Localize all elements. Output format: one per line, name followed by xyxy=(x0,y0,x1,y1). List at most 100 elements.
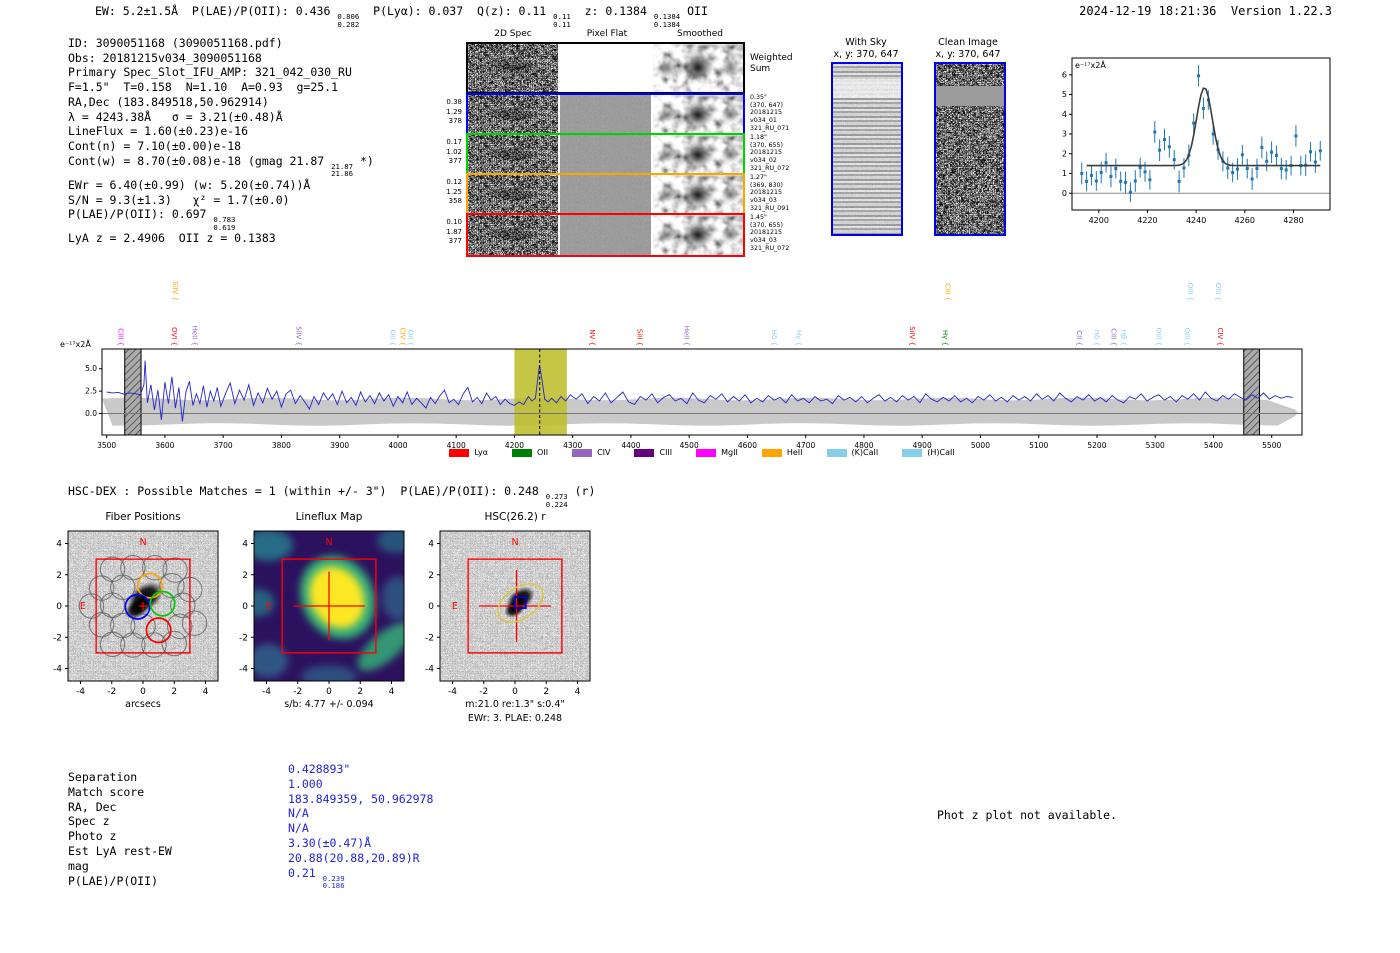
y-tick-label: 4 xyxy=(428,540,434,550)
y-tick-label: 0 xyxy=(56,602,62,612)
y-tick-label: 5 xyxy=(1062,90,1067,99)
hsc-cutout-panel: -4 -4 -2 -2 0 0 2 2 4 4 N Em:21.0 re:1.3" s:0.4" EWr… xyxy=(412,523,618,731)
x-tick-label: 2 xyxy=(171,687,177,697)
x-tick-label: 4 xyxy=(389,687,395,697)
x-tick-label: 4240 xyxy=(1186,216,1206,225)
y-tick-label: 6 xyxy=(1062,70,1067,79)
weighted-sum-line: Weighted xyxy=(750,53,793,63)
catalog-match-table: Separation 0.428893" Match score 1.000 RA, D… xyxy=(68,762,433,889)
match-table-row: Photo z N/A xyxy=(68,821,309,844)
y-tick-label: -2 xyxy=(53,633,62,643)
data-point xyxy=(1114,167,1118,171)
clean-gray-band xyxy=(936,86,1004,107)
x-tick-label: -2 xyxy=(107,687,116,697)
east-label: E xyxy=(80,601,86,612)
flat-noise xyxy=(560,215,651,255)
clean-image-coords: x, y: 370, 647 xyxy=(935,48,1001,60)
right-label-line: 321_RU_072 xyxy=(750,164,790,172)
fiber-positions-title: Fiber Positions xyxy=(105,511,181,523)
x-tick-label: -4 xyxy=(448,687,457,697)
detection-info-block: ID: 3090051168 (3090051168.pdf) Obs: 2018… xyxy=(68,36,374,246)
emission-line-label: CIII { xyxy=(116,328,124,346)
spec2d-col-header-pixelflat: Pixel Flat xyxy=(586,29,628,39)
spec2d-row-right-labels: 1.27" (369, 830) 20181215 v034_03 321_RU_091 xyxy=(750,174,814,213)
info-line: RA,Dec (183.849518,50.962914) xyxy=(68,94,269,109)
info-line: LineFlux = 1.60(±0.23)e-16 xyxy=(68,124,249,139)
data-point xyxy=(1143,170,1147,174)
east-label: E xyxy=(266,601,272,612)
match-row-value: 183.849359, 50.962978 xyxy=(288,791,434,806)
timestamp-version: 2024-12-19 18:21:36 Version 1.22.3 xyxy=(1079,4,1332,18)
data-point xyxy=(1167,145,1171,149)
data-point xyxy=(1313,160,1317,164)
xlabel: arcsecs xyxy=(125,699,161,710)
2d-dark-streak xyxy=(478,108,548,121)
right-label-line: 0.35" xyxy=(750,94,767,101)
smoothed-side-blob xyxy=(719,187,742,203)
y-tick-label: 0.0 xyxy=(85,409,97,418)
smoothed-dark-blob xyxy=(680,50,715,85)
emission-line-label: HeII { xyxy=(683,326,691,346)
match-row-label: Separation xyxy=(68,770,138,784)
spec2d-col-header-2dspec: 2D Spec xyxy=(494,29,532,39)
y-tick-label: 4 xyxy=(56,540,62,550)
spec2d-row-right-labels: 1.45" (370, 655) 20181215 v034_03 321_RU_072 xyxy=(750,214,814,253)
smoothed-dark-blob xyxy=(680,180,715,209)
spec2d-row-left-labels: 0.10 1.87 377 xyxy=(436,218,462,247)
spec2d-row xyxy=(466,42,745,94)
emission-line-label: Hγ { xyxy=(794,330,802,346)
left-label-line: 1.25 xyxy=(446,187,462,196)
left-label-line: 377 xyxy=(448,157,462,165)
selected-line-band xyxy=(514,349,567,435)
rect-mark xyxy=(560,215,651,255)
emission-line-label: OII { xyxy=(388,330,396,346)
y-tick-label: 2.5 xyxy=(85,387,97,396)
info-line: Cont(n) = 7.10(±0.00)e-18 xyxy=(68,138,242,153)
cutout-svg: -4 -4 -2 -2 0 0 2 2 4 4 N Em:21.0 re:1.3" s:0.4" EWr… xyxy=(425,530,591,724)
x-tick-label: -2 xyxy=(293,687,302,697)
match-row-label: Match score xyxy=(68,784,145,799)
y-tick-label: 1 xyxy=(1062,169,1067,178)
right-label-line: 20181215 xyxy=(750,149,783,157)
legend-swatch xyxy=(449,448,470,457)
right-label-line: 1.27" xyxy=(750,174,767,181)
x-tick-label: 4220 xyxy=(1137,216,1157,225)
smoothed-side-blob xyxy=(719,147,742,163)
x-tick-label: -2 xyxy=(479,687,488,697)
sky-noise-texture xyxy=(833,64,901,234)
data-point xyxy=(1318,149,1322,153)
smoothed-dark-blob xyxy=(680,220,715,249)
data-point xyxy=(1153,130,1157,134)
match-table-row: Est LyA rest-EW 3.30(±0.47)Å xyxy=(68,836,371,859)
smoothed-side-blob xyxy=(656,227,678,243)
data-point xyxy=(1274,153,1278,157)
uncertainty-stack: 0.1384 0.1384 xyxy=(653,12,681,29)
left-label-line: 0.12 xyxy=(446,178,462,186)
spec2d-cell-2d xyxy=(468,215,559,255)
elixer-report-page: { "meta": {"header_right": "2024-12-19 1… xyxy=(0,0,1400,953)
legend-label: Lyα xyxy=(474,448,489,457)
emission-line-label: Hδ { xyxy=(1093,330,1101,346)
x-tick-label: 4 xyxy=(575,687,581,697)
emission-line-label: Hδ { xyxy=(770,330,778,346)
left-label-line: 1.87 xyxy=(446,227,462,236)
rect-mark xyxy=(560,175,651,215)
error-band xyxy=(102,397,1299,426)
xlabel2: EWr: 3. PLAE: 0.248 xyxy=(468,713,562,724)
legend-swatch xyxy=(826,448,847,457)
legend-swatch xyxy=(902,448,923,457)
x-tick-label: 4200 xyxy=(1089,216,1109,225)
y-tick-label: 4 xyxy=(1062,110,1067,119)
spec2d-cell-flat xyxy=(560,175,651,215)
info-line: Cont(w) = 8.70(±0.08)e-18 (gmag 21.87 21… xyxy=(68,153,374,179)
smoothed-side-blob xyxy=(656,107,678,123)
emission-line-label: OIII { xyxy=(1214,283,1222,301)
y-tick-label: -2 xyxy=(239,633,248,643)
legend-label: CIII xyxy=(659,448,673,457)
masked-region-hatch xyxy=(1243,348,1260,436)
data-point xyxy=(1104,161,1108,165)
full-spectrum-plot: 3500 3600 3700 3800 3900 4000 4100 4200 4300 4400… xyxy=(58,257,1308,455)
x-tick-label: 4280 xyxy=(1283,216,1303,225)
with-sky-image xyxy=(831,62,903,236)
legend-label: CIV xyxy=(597,448,611,457)
